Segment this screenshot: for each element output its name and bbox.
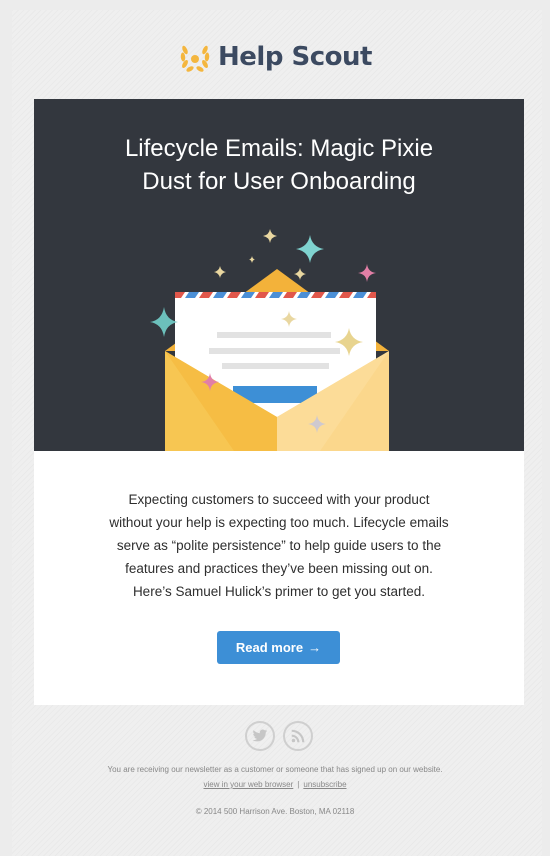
summary-line: without your help is expecting too much.… [109,515,449,530]
content-card: Expecting customers to succeed with your… [34,451,524,705]
read-more-button[interactable]: Read more → [217,631,340,664]
hero-banner: Lifecycle Emails: Magic Pixie Dust for U… [34,99,524,451]
read-more-label: Read more [235,640,304,655]
brand-name: Help Scout [218,42,372,72]
twitter-icon [252,729,268,742]
rss-icon [291,729,305,743]
hero-title-line-1: Lifecycle Emails: Magic Pixie [124,135,434,162]
hero-title: Lifecycle Emails: Magic Pixie Dust for U… [34,132,524,198]
unsubscribe-link[interactable]: unsubscribe [303,780,346,789]
twitter-button[interactable] [245,721,275,751]
arrow-right-icon: → [308,640,322,655]
summary-line: Expecting customers to succeed with your… [128,492,430,507]
article-summary: Expecting customers to succeed with your… [34,488,524,603]
summary-line: features and practices they’ve been miss… [125,561,433,576]
footer-links: view in your web browser | unsubscribe [0,779,550,791]
newsletter-notice: You are receiving our newsletter as a cu… [107,765,443,774]
summary-line: Here’s Samuel Hulick’s primer to get you… [132,584,426,599]
footer-address: © 2014 500 Harrison Ave. Boston, MA 0211… [195,807,355,816]
link-separator: | [297,780,300,789]
view-in-browser-link[interactable]: view in your web browser [203,780,293,789]
summary-line: serve as “polite persistence” to help gu… [116,538,442,553]
hero-title-line-2: Dust for User Onboarding [142,168,416,195]
laurel-icon [180,45,210,72]
logo[interactable]: Help Scout [0,40,550,80]
rss-button[interactable] [283,721,313,751]
